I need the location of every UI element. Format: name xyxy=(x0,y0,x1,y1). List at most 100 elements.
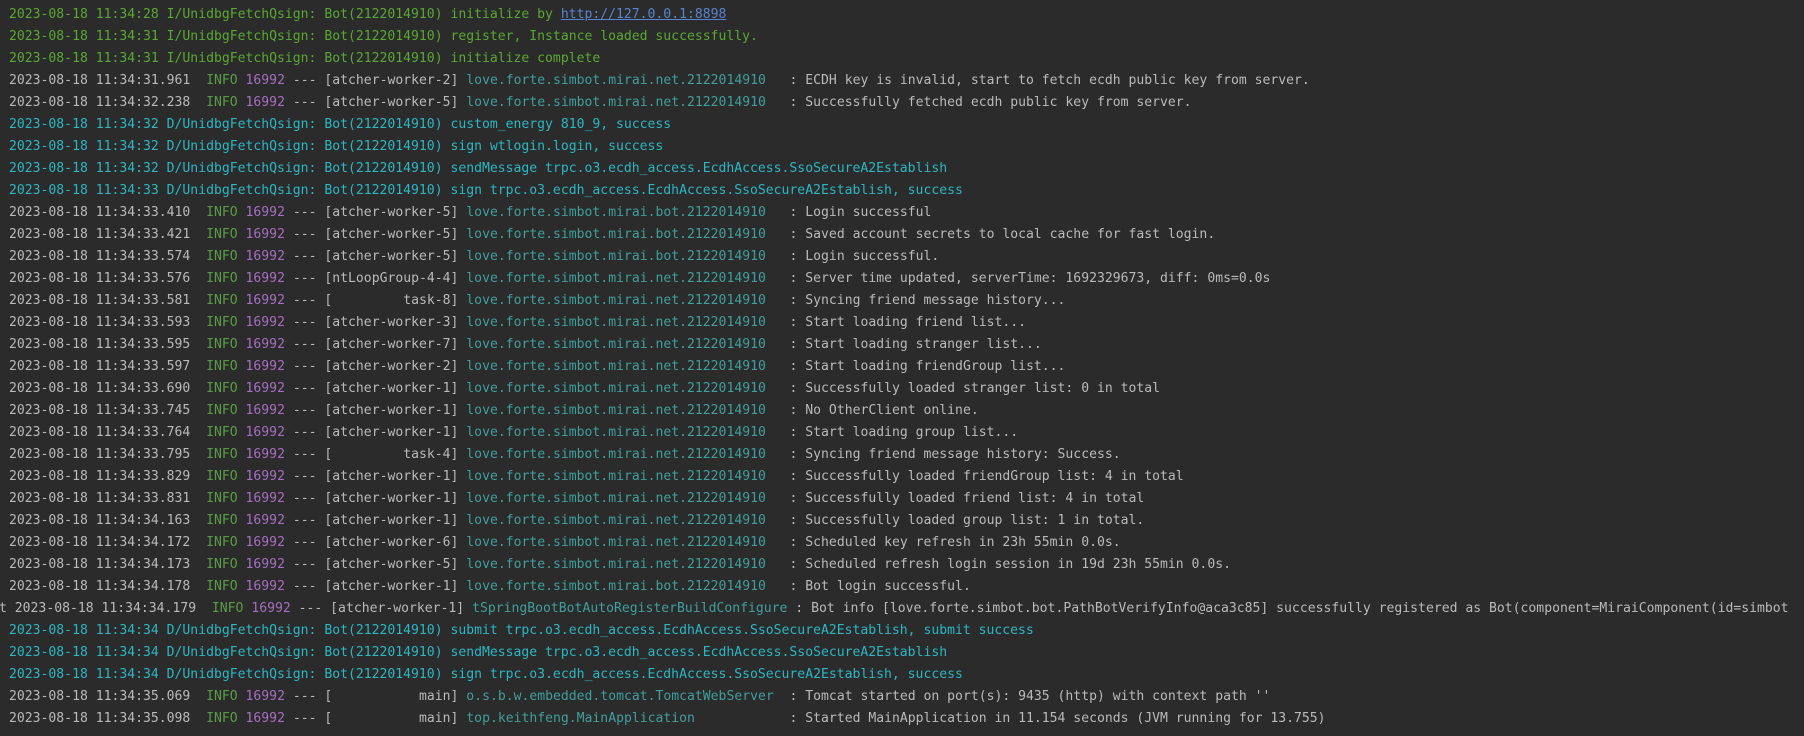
log-timestamp: 2023-08-18 11:34:31.961 xyxy=(9,73,191,88)
log-level: INFO xyxy=(206,425,238,440)
log-separator: --- xyxy=(292,689,317,704)
log-thread: [ task-4] xyxy=(324,447,459,462)
log-message: : No OtherClient online. xyxy=(789,403,979,418)
log-timestamp: 2023-08-18 11:34:33.690 xyxy=(9,381,191,396)
log-thread: [atcher-worker-1] xyxy=(324,513,459,528)
log-message: : Successfully loaded group list: 1 in t… xyxy=(789,513,1145,528)
log-pid: 16992 xyxy=(245,491,285,506)
log-separator: --- xyxy=(292,227,317,242)
log-timestamp: 2023-08-18 11:34:34.178 xyxy=(9,579,191,594)
log-pid: 16992 xyxy=(245,447,285,462)
log-pid: 16992 xyxy=(245,95,285,110)
log-line: 2023-08-18 11:34:34 D/UnidbgFetchQsign: … xyxy=(0,664,1804,686)
log-thread: [atcher-worker-1] xyxy=(324,469,459,484)
log-separator: --- xyxy=(292,557,317,572)
log-logger: love.forte.simbot.mirai.net.2122014910 xyxy=(466,95,782,110)
log-level: INFO xyxy=(206,689,238,704)
log-logger: love.forte.simbot.mirai.net.2122014910 xyxy=(466,535,782,550)
log-line: t 2023-08-18 11:34:34.179 INFO 16992 ---… xyxy=(0,598,1804,620)
log-line: 2023-08-18 11:34:32 D/UnidbgFetchQsign: … xyxy=(0,158,1804,180)
log-logger: love.forte.simbot.mirai.net.2122014910 xyxy=(466,513,782,528)
log-logger: love.forte.simbot.mirai.bot.2122014910 xyxy=(466,579,782,594)
log-timestamp: 2023-08-18 11:34:33.421 xyxy=(9,227,191,242)
log-logger: love.forte.simbot.mirai.bot.2122014910 xyxy=(466,205,782,220)
log-line: 2023-08-18 11:34:33.745 INFO 16992 --- [… xyxy=(0,400,1804,422)
log-level: INFO xyxy=(206,249,238,264)
log-message: 2023-08-18 11:34:33 D/UnidbgFetchQsign: … xyxy=(9,183,963,198)
log-line: 2023-08-18 11:34:34.173 INFO 16992 --- [… xyxy=(0,554,1804,576)
log-separator: --- xyxy=(292,711,317,726)
log-pid: 16992 xyxy=(245,337,285,352)
log-logger: love.forte.simbot.mirai.net.2122014910 xyxy=(466,447,782,462)
log-separator: --- xyxy=(292,491,317,506)
log-level: INFO xyxy=(206,315,238,330)
log-pid: 16992 xyxy=(245,73,285,88)
log-line: 2023-08-18 11:34:34.178 INFO 16992 --- [… xyxy=(0,576,1804,598)
log-separator: --- xyxy=(292,425,317,440)
log-separator: --- xyxy=(292,403,317,418)
log-thread: [atcher-worker-1] xyxy=(324,425,459,440)
log-separator: --- xyxy=(292,579,317,594)
log-separator: --- xyxy=(292,535,317,550)
log-level: INFO xyxy=(211,601,244,616)
log-timestamp: 2023-08-18 11:34:33.597 xyxy=(9,359,191,374)
log-message: : Scheduled refresh login session in 19d… xyxy=(789,557,1231,572)
log-message: : Scheduled key refresh in 23h 55min 0.0… xyxy=(789,535,1121,550)
log-thread: [atcher-worker-5] xyxy=(324,557,459,572)
log-separator: --- xyxy=(292,249,317,264)
log-thread: [ main] xyxy=(324,711,459,726)
log-level: INFO xyxy=(206,513,238,528)
log-pid: 16992 xyxy=(245,513,285,528)
log-logger: love.forte.simbot.mirai.net.2122014910 xyxy=(466,381,782,396)
log-timestamp: 2023-08-18 11:34:33.595 xyxy=(9,337,191,352)
log-line: 2023-08-18 11:34:33.574 INFO 16992 --- [… xyxy=(0,246,1804,268)
log-pid: 16992 xyxy=(245,535,285,550)
log-logger: love.forte.simbot.mirai.bot.2122014910 xyxy=(466,249,782,264)
log-timestamp: 2023-08-18 11:34:33.764 xyxy=(9,425,191,440)
log-thread: [ntLoopGroup-4-4] xyxy=(324,271,459,286)
log-line: 2023-08-18 11:34:31 I/UnidbgFetchQsign: … xyxy=(0,48,1804,70)
log-prefix: t xyxy=(0,601,15,616)
log-pid: 16992 xyxy=(245,469,285,484)
log-logger: love.forte.simbot.mirai.net.2122014910 xyxy=(466,425,782,440)
log-separator: --- xyxy=(292,447,317,462)
log-line: 2023-08-18 11:34:28 I/UnidbgFetchQsign: … xyxy=(0,4,1804,26)
log-level: INFO xyxy=(206,403,238,418)
log-logger: love.forte.simbot.mirai.net.2122014910 xyxy=(466,469,782,484)
log-message: 2023-08-18 11:34:28 I/UnidbgFetchQsign: … xyxy=(9,7,561,22)
log-level: INFO xyxy=(206,227,238,242)
log-level: INFO xyxy=(206,337,238,352)
log-level: INFO xyxy=(206,557,238,572)
log-message: : Start loading group list... xyxy=(789,425,1019,440)
log-logger: love.forte.simbot.mirai.bot.2122014910 xyxy=(466,227,782,242)
log-thread: [ main] xyxy=(324,689,459,704)
log-link[interactable]: http://127.0.0.1:8898 xyxy=(561,7,727,22)
log-thread: [atcher-worker-5] xyxy=(324,227,459,242)
log-message: : ECDH key is invalid, start to fetch ec… xyxy=(789,73,1310,88)
log-message: : Successfully fetched ecdh public key f… xyxy=(789,95,1192,110)
log-line: 2023-08-18 11:34:33.593 INFO 16992 --- [… xyxy=(0,312,1804,334)
log-timestamp: 2023-08-18 11:34:34.173 xyxy=(9,557,191,572)
log-thread: [atcher-worker-6] xyxy=(324,535,459,550)
log-thread: [atcher-worker-5] xyxy=(324,95,459,110)
log-timestamp: 2023-08-18 11:34:33.410 xyxy=(9,205,191,220)
log-line: 2023-08-18 11:34:33.595 INFO 16992 --- [… xyxy=(0,334,1804,356)
log-separator: --- xyxy=(292,381,317,396)
log-logger: o.s.b.w.embedded.tomcat.TomcatWebServer xyxy=(466,689,782,704)
log-message: : Syncing friend message history... xyxy=(789,293,1066,308)
log-message: : Start loading friendGroup list... xyxy=(789,359,1066,374)
log-pid: 16992 xyxy=(245,425,285,440)
log-line: 2023-08-18 11:34:33 D/UnidbgFetchQsign: … xyxy=(0,180,1804,202)
log-thread: [atcher-worker-3] xyxy=(324,315,459,330)
console-output[interactable]: 2023-08-18 11:34:28 I/UnidbgFetchQsign: … xyxy=(0,0,1804,736)
log-line: 2023-08-18 11:34:35.069 INFO 16992 --- [… xyxy=(0,686,1804,708)
log-message: 2023-08-18 11:34:32 D/UnidbgFetchQsign: … xyxy=(9,161,948,176)
log-line: 2023-08-18 11:34:34.172 INFO 16992 --- [… xyxy=(0,532,1804,554)
log-separator: --- xyxy=(292,337,317,352)
log-line: 2023-08-18 11:34:33.597 INFO 16992 --- [… xyxy=(0,356,1804,378)
log-thread: [atcher-worker-1] xyxy=(324,381,459,396)
log-message: : Server time updated, serverTime: 16923… xyxy=(789,271,1271,286)
log-timestamp: 2023-08-18 11:34:33.745 xyxy=(9,403,191,418)
log-line: 2023-08-18 11:34:35.098 INFO 16992 --- [… xyxy=(0,708,1804,730)
log-separator: --- xyxy=(292,73,317,88)
